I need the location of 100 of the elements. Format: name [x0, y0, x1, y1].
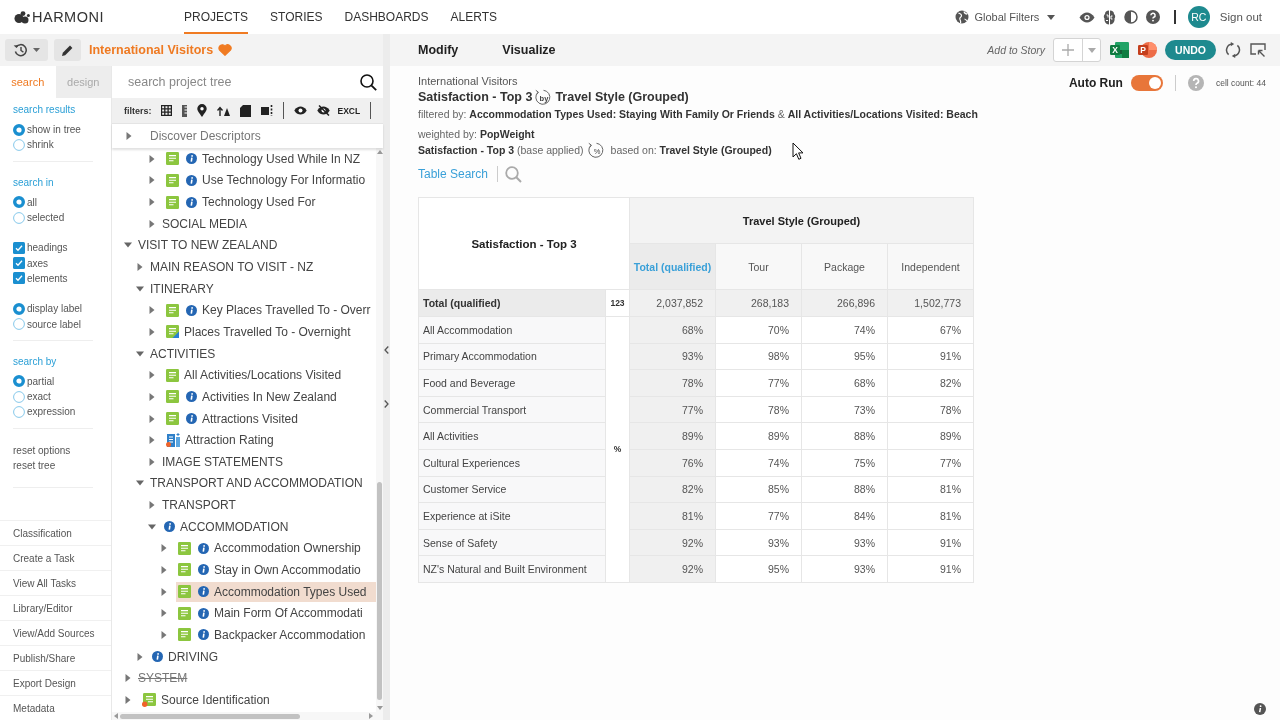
caret-right-icon[interactable]: [136, 652, 144, 661]
info-icon[interactable]: [198, 564, 209, 576]
tree-node[interactable]: ITINERARY: [150, 278, 376, 299]
caret-right-icon[interactable]: [125, 132, 133, 140]
tree-node[interactable]: Main Form Of Accommodati: [176, 603, 376, 624]
radio-option[interactable]: source label: [13, 316, 93, 332]
radio-option[interactable]: display label: [13, 301, 93, 317]
tree-node[interactable]: Technology Used For: [164, 192, 376, 213]
info-icon[interactable]: [186, 391, 197, 403]
tree-node[interactable]: Key Places Travelled To - Overr: [164, 300, 376, 321]
tree-node[interactable]: VISIT TO NEW ZEALAND: [138, 235, 376, 256]
refresh-icon[interactable]: [1225, 42, 1241, 58]
caret-right-icon[interactable]: [160, 566, 168, 574]
caret-right-icon[interactable]: [148, 176, 156, 185]
search-icon[interactable]: [360, 73, 377, 91]
tree-node[interactable]: Use Technology For Informatio: [164, 170, 376, 191]
caret-down-icon[interactable]: [136, 349, 144, 358]
side-menu-item[interactable]: Export Design: [0, 670, 111, 695]
caret-down-icon[interactable]: [124, 241, 132, 250]
scroll-left-icon[interactable]: [114, 713, 118, 719]
radio-option[interactable]: shrink: [13, 137, 93, 153]
square-dots-icon[interactable]: [260, 105, 273, 116]
side-menu-item[interactable]: Library/Editor: [0, 595, 111, 620]
caret-right-icon[interactable]: [148, 392, 156, 401]
exclude-button[interactable]: EXCL: [337, 105, 361, 116]
caret-right-icon[interactable]: [148, 154, 156, 163]
caret-right-icon[interactable]: [160, 630, 168, 639]
eye-icon[interactable]: [1079, 11, 1096, 23]
tree-node[interactable]: DRIVING: [150, 646, 376, 667]
scroll-up-icon[interactable]: [376, 150, 383, 154]
eye-off-icon[interactable]: [316, 105, 330, 116]
caret-down-icon[interactable]: [136, 479, 144, 488]
scroll-right-icon[interactable]: [369, 713, 373, 719]
heart-icon[interactable]: [218, 44, 233, 56]
nav-tab[interactable]: STORIES: [270, 0, 323, 34]
eye-icon[interactable]: [293, 106, 307, 115]
tree-node[interactable]: ACTIVITIES: [150, 343, 376, 364]
caret-right-icon[interactable]: [124, 674, 132, 683]
radio-option[interactable]: expression: [13, 404, 93, 420]
vertical-scrollbar[interactable]: [376, 148, 383, 712]
radio-option[interactable]: partial: [13, 373, 93, 389]
tree-node[interactable]: ACCOMMODATION: [162, 516, 376, 537]
present-icon[interactable]: [1250, 42, 1266, 58]
side-menu-item[interactable]: Classification: [0, 520, 111, 545]
undo-button[interactable]: UNDO: [1165, 40, 1216, 60]
scrollbar-thumb[interactable]: [120, 713, 300, 719]
info-icon[interactable]: [186, 304, 197, 316]
checkbox-option[interactable]: headings: [13, 240, 93, 256]
tree-node[interactable]: TRANSPORT: [162, 495, 376, 516]
chevron-left-icon[interactable]: [384, 346, 389, 354]
caret-right-icon[interactable]: [148, 219, 156, 228]
info-icon[interactable]: [186, 413, 197, 424]
tree-node[interactable]: Activities In New Zealand: [164, 386, 376, 407]
checkbox-option[interactable]: axes: [13, 255, 93, 271]
info-icon[interactable]: [186, 174, 197, 186]
tree-node[interactable]: IMAGE STATEMENTS: [162, 451, 376, 472]
side-menu-item[interactable]: View All Tasks: [0, 570, 111, 595]
side-menu-item[interactable]: Publish/Share: [0, 645, 111, 670]
option-link[interactable]: reset options: [13, 442, 71, 458]
caret-right-icon[interactable]: [160, 587, 168, 596]
caret-right-icon[interactable]: [136, 263, 144, 271]
tree-node[interactable]: MAIN REASON TO VISIT - NZ: [150, 257, 376, 277]
column-header[interactable]: Independent: [887, 243, 974, 290]
info-icon[interactable]: [198, 629, 209, 641]
view-tab[interactable]: Modify: [418, 43, 459, 57]
column-header[interactable]: Tour: [715, 243, 802, 290]
info-icon[interactable]: [198, 607, 209, 619]
info-icon[interactable]: [152, 651, 163, 663]
arrow-up-icon[interactable]: [216, 105, 230, 116]
caret-right-icon[interactable]: [148, 436, 156, 445]
caret-down-icon[interactable]: [148, 522, 156, 531]
auto-run-toggle[interactable]: [1130, 75, 1163, 91]
side-menu-item[interactable]: View/Add Sources: [0, 620, 111, 645]
caret-right-icon[interactable]: [148, 327, 156, 336]
contrast-icon[interactable]: [1124, 10, 1139, 24]
tree-node[interactable]: TRANSPORT AND ACCOMMODATION: [150, 473, 376, 494]
tree-node[interactable]: Source Identification: [140, 689, 376, 710]
tree-node[interactable]: Discover Descriptors: [150, 129, 261, 143]
caret-right-icon[interactable]: [148, 457, 156, 466]
caret-right-icon[interactable]: [148, 501, 156, 510]
caret-right-icon[interactable]: [160, 544, 168, 553]
tree-node[interactable]: Stay in Own Accommodatio: [176, 560, 376, 580]
caret-right-icon[interactable]: [160, 609, 168, 618]
caret-right-icon[interactable]: [124, 695, 132, 704]
caret-right-icon[interactable]: [148, 414, 156, 423]
map-pin-icon[interactable]: [196, 104, 207, 117]
option-link[interactable]: reset tree: [13, 457, 56, 473]
caret-right-icon[interactable]: [148, 306, 156, 315]
info-icon[interactable]: [186, 196, 197, 208]
nav-tab[interactable]: ALERTS: [450, 0, 497, 34]
search-field[interactable]: search project tree: [128, 73, 354, 91]
info-icon[interactable]: [198, 586, 209, 598]
info-icon[interactable]: [164, 521, 175, 533]
nav-tab[interactable]: DASHBOARDS: [344, 0, 429, 34]
tree-node[interactable]: Backpacker Accommodation: [176, 624, 376, 645]
brain-icon[interactable]: [1103, 9, 1117, 25]
tree-node[interactable]: Places Travelled To - Overnight: [164, 321, 376, 342]
sign-out-link[interactable]: Sign out: [1219, 11, 1262, 23]
chevron-right-icon[interactable]: [384, 400, 389, 408]
presentation-icon[interactable]: P: [1138, 41, 1158, 59]
